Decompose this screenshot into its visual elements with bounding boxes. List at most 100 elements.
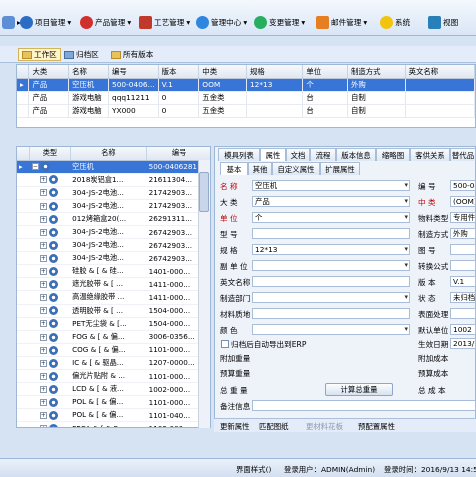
update-properties-button[interactable]: 更新属性 [220,421,250,432]
table-row[interactable]: 产品 游戏电脑 qqq11211 0 五金类 台自制 [17,91,475,105]
tree-row[interactable]: +012烤箱盒20(... 26291311... [17,212,210,226]
tab-thumbnail[interactable]: 缩略图 [376,148,410,161]
col-header[interactable]: 大类 [28,65,70,79]
mid-class-field[interactable]: (OOM) [450,196,476,207]
expand-icon[interactable]: + [39,333,47,341]
tree-row[interactable]: +304-JS-2电池... 26742903... [17,238,210,253]
menu-view[interactable]: 视图 [428,13,458,31]
col-header[interactable]: 名称 [68,65,110,79]
expand-icon[interactable]: + [39,202,47,210]
collapse-icon[interactable]: − [31,163,39,171]
status-field[interactable]: 未归档 [450,292,476,303]
dept-select[interactable] [252,292,410,303]
expand-icon[interactable]: + [39,320,47,328]
col-header[interactable]: 中类 [198,65,247,79]
remark-field[interactable] [252,400,476,411]
tree-row[interactable]: + 高温绝缘胶带 ... 1411-000... [17,290,210,305]
col-header[interactable]: 制造方式 [347,65,406,79]
menu-product[interactable]: 产品管理 ▾ [80,13,131,31]
scrollbar-thumb[interactable] [199,172,209,212]
calculate-total-weight-button[interactable]: 计算总重量 [325,383,393,396]
model-field[interactable] [252,228,410,239]
col-header[interactable]: 单位 [302,65,348,79]
col-header[interactable]: 规格 [246,65,304,79]
material-type-field[interactable]: 专用件 [450,212,476,223]
expand-icon[interactable]: + [39,425,47,427]
tree-row[interactable]: + PET无尘袋 & [... 1504-000... [17,317,210,331]
col-header[interactable]: 名称 [70,147,148,161]
version-field[interactable]: V.1 [450,276,476,287]
tree-row[interactable]: +304-JS-2电池... 21742903... [17,186,210,200]
expand-icon[interactable]: + [39,281,47,289]
tree-row[interactable]: +304-JS-2电池... 21742903... [17,199,210,213]
tree-row[interactable]: + 硅胶 & [ & 硅... 1401-000... [17,264,210,279]
table-row[interactable]: ▸ 产品 空压机 500-0406... V.1 OOM 12*13 个外购 [17,78,475,92]
color-select[interactable] [252,324,410,335]
col-header[interactable]: 版本 [158,65,200,79]
tab-substitute[interactable]: 替代品 [450,148,476,161]
tree-row[interactable]: +304-JS-2电池... 26742903... [17,251,210,266]
english-name-field[interactable] [252,276,410,287]
tree-row[interactable]: + LCD & [ & 液... 1002-000... [17,382,210,397]
menu-back-button[interactable]: ▸ [2,13,21,31]
subtab-other[interactable]: 其他 [248,162,272,175]
archive-button[interactable]: 归档区 [61,48,102,61]
preset-properties-button[interactable]: 预配置属性 [358,421,395,432]
expand-icon[interactable]: + [39,359,47,367]
texture-field[interactable] [252,308,410,319]
tree-row[interactable]: + POL & [ & 偏... 1101-000... [17,395,210,410]
subtab-custom-attributes[interactable]: 自定义属性 [272,162,320,175]
tab-workflow[interactable]: 流程 [310,148,336,161]
expand-icon[interactable]: + [39,215,47,223]
sub-unit-select[interactable] [252,260,410,271]
ui-style-dropdown[interactable]: 界面样式() [236,464,271,475]
menu-management-center[interactable]: 管理中心 ▾ [196,13,247,31]
unit-select[interactable]: 个 [252,212,410,223]
col-header[interactable]: 类型 [29,147,71,161]
tab-version-info[interactable]: 版本信息 [336,148,376,161]
expand-icon[interactable]: + [39,254,47,262]
expand-icon[interactable]: + [39,346,47,354]
make-method-field[interactable]: 外购 [450,228,476,239]
expand-icon[interactable]: + [39,385,47,393]
drawing-no-field[interactable] [450,244,476,255]
table-row[interactable]: 产品 游戏电脑 YX000 0 五金类 台自制 [17,104,475,118]
expand-icon[interactable]: + [39,372,47,380]
expand-icon[interactable]: + [39,307,47,315]
tree-row[interactable]: + FOG & [ & 偏... 3006-0356... [17,330,210,344]
tree-row[interactable]: + COG & [ & 偏... 1101-000... [17,343,210,357]
expand-icon[interactable]: + [39,268,47,276]
col-header[interactable]: 编号 [108,65,159,79]
all-versions-button[interactable]: 所有版本 [108,48,156,61]
menu-process[interactable]: 工艺管理 ▾ [139,13,190,31]
tab-documents[interactable]: 文档 [286,148,310,161]
tab-customer-supply[interactable]: 客供关系 [410,148,450,161]
expand-icon[interactable]: + [39,241,47,249]
menu-system[interactable]: 系统 [380,13,410,31]
col-header[interactable]: 编号 [146,147,210,161]
expand-icon[interactable]: + [39,398,47,406]
tree-row[interactable]: + IC & [ & 驱晶... 1207-0000... [17,356,210,371]
tree-row[interactable]: + 偏光片贴附 & ... 1101-000... [17,369,210,384]
tree-row[interactable]: +2018炭铝盒1... 21611304... [17,173,210,187]
expand-icon[interactable]: + [39,176,47,184]
major-class-select[interactable]: 产品 [252,196,410,207]
more-material-button[interactable]: 更材料花板 [306,421,343,432]
menu-project[interactable]: 项目管理 ▾ [20,13,71,31]
workspace-button[interactable]: 工作区 [18,48,61,61]
col-header[interactable]: 英文名称 [405,65,475,79]
name-field[interactable]: 空压机 [252,180,410,191]
tree-row[interactable]: + 透明胶带 & [ ... 1504-000... [17,304,210,318]
default-unit-field[interactable]: 1002 [450,324,476,335]
tab-properties[interactable]: 属性 [260,148,286,161]
spec-field[interactable]: 12*13 [252,244,410,255]
tree-row[interactable]: +304-JS-2电池... 26742903... [17,225,210,240]
expand-icon[interactable]: + [39,228,47,236]
expand-icon[interactable]: + [39,412,47,420]
code-field[interactable]: 500-04 [450,180,476,191]
effective-date-field[interactable]: 2013/7 [450,338,476,349]
expand-icon[interactable]: + [39,294,47,302]
surface-field[interactable] [450,308,476,319]
splitter[interactable] [16,128,476,146]
convert-formula-field[interactable] [450,260,476,271]
